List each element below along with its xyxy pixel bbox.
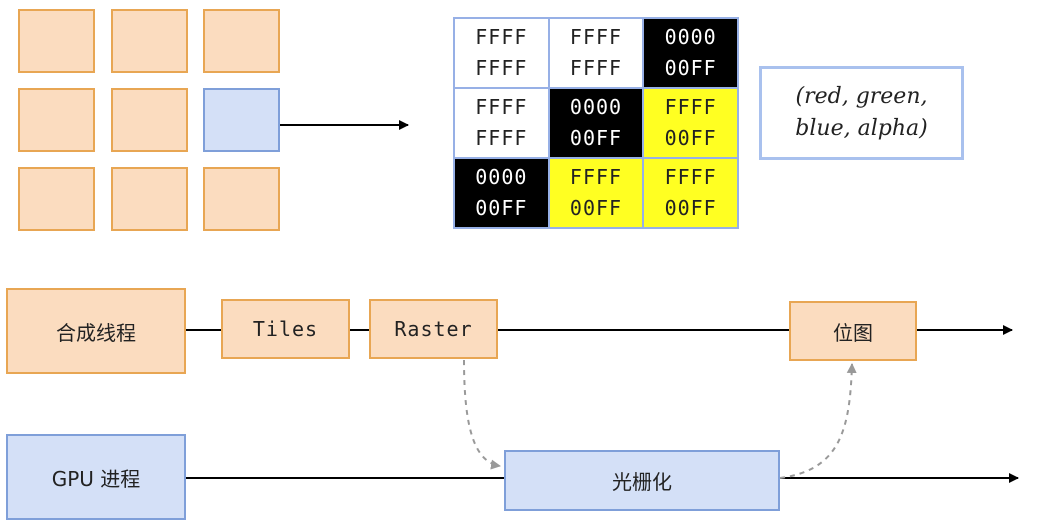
tile <box>18 88 95 152</box>
pixel-cell: FFFF FFFF <box>455 19 548 87</box>
gpu-to-bitmap-dashed-arrow <box>779 363 857 479</box>
pixel-cell: FFFF 00FF <box>644 89 737 157</box>
bitmap-node: 位图 <box>789 301 917 361</box>
pixel-cell: FFFF FFFF <box>455 89 548 157</box>
raster-to-gpu-dashed-arrow <box>463 359 501 470</box>
rasterization-node: 光栅化 <box>504 450 780 511</box>
pixel-value-bottom: FFFF <box>475 126 528 150</box>
tile <box>111 9 188 73</box>
pixel-cell: 0000 00FF <box>549 89 643 157</box>
gpu-process-node: GPU 进程 <box>6 434 186 520</box>
rgba-note: (red, green, blue, alpha) <box>759 66 964 160</box>
tile <box>203 167 280 231</box>
pixel-cell: 0000 00FF <box>455 159 548 227</box>
pixel-value-bottom: 00FF <box>664 196 717 220</box>
tile <box>111 167 188 231</box>
raster-node: Raster <box>369 299 498 359</box>
pixel-value-bottom: 00FF <box>664 126 717 150</box>
rgba-note-line2: blue, alpha) <box>795 116 928 141</box>
pixel-value-bottom: 00FF <box>664 56 717 80</box>
pixel-cell: FFFF 00FF <box>644 159 737 227</box>
pixel-cell: FFFF 00FF <box>549 159 643 227</box>
pixel-cell: 0000 00FF <box>644 19 737 87</box>
pixel-value-bottom: FFFF <box>475 56 528 80</box>
pixel-value-top: FFFF <box>475 25 528 49</box>
pixel-value-top: FFFF <box>569 25 623 49</box>
tile <box>18 9 95 73</box>
pixel-value-bottom: 00FF <box>569 196 623 220</box>
tile <box>111 88 188 152</box>
tiles-node: Tiles <box>221 299 350 359</box>
pixel-value-top: 0000 <box>569 95 623 119</box>
rgba-note-line1: (red, green, <box>795 84 928 109</box>
pixel-cell: FFFF FFFF <box>549 19 643 87</box>
pixel-value-top: 0000 <box>475 165 528 189</box>
pixel-value-top: FFFF <box>664 95 717 119</box>
pixel-value-bottom: 00FF <box>569 126 623 150</box>
pixel-value-top: FFFF <box>475 95 528 119</box>
tile <box>203 9 280 73</box>
tile <box>18 167 95 231</box>
pixel-value-top: FFFF <box>569 165 623 189</box>
pixel-value-top: FFFF <box>664 165 717 189</box>
pixel-grid: FFFF FFFF FFFF FFFF 0000 00FF FFFF FFFF 0000… <box>453 17 739 229</box>
pixel-value-bottom: FFFF <box>569 56 623 80</box>
pixel-value-bottom: 00FF <box>475 196 528 220</box>
selected-tile <box>203 88 280 152</box>
compositor-thread-node: 合成线程 <box>6 288 186 374</box>
pixel-value-top: 0000 <box>664 25 717 49</box>
